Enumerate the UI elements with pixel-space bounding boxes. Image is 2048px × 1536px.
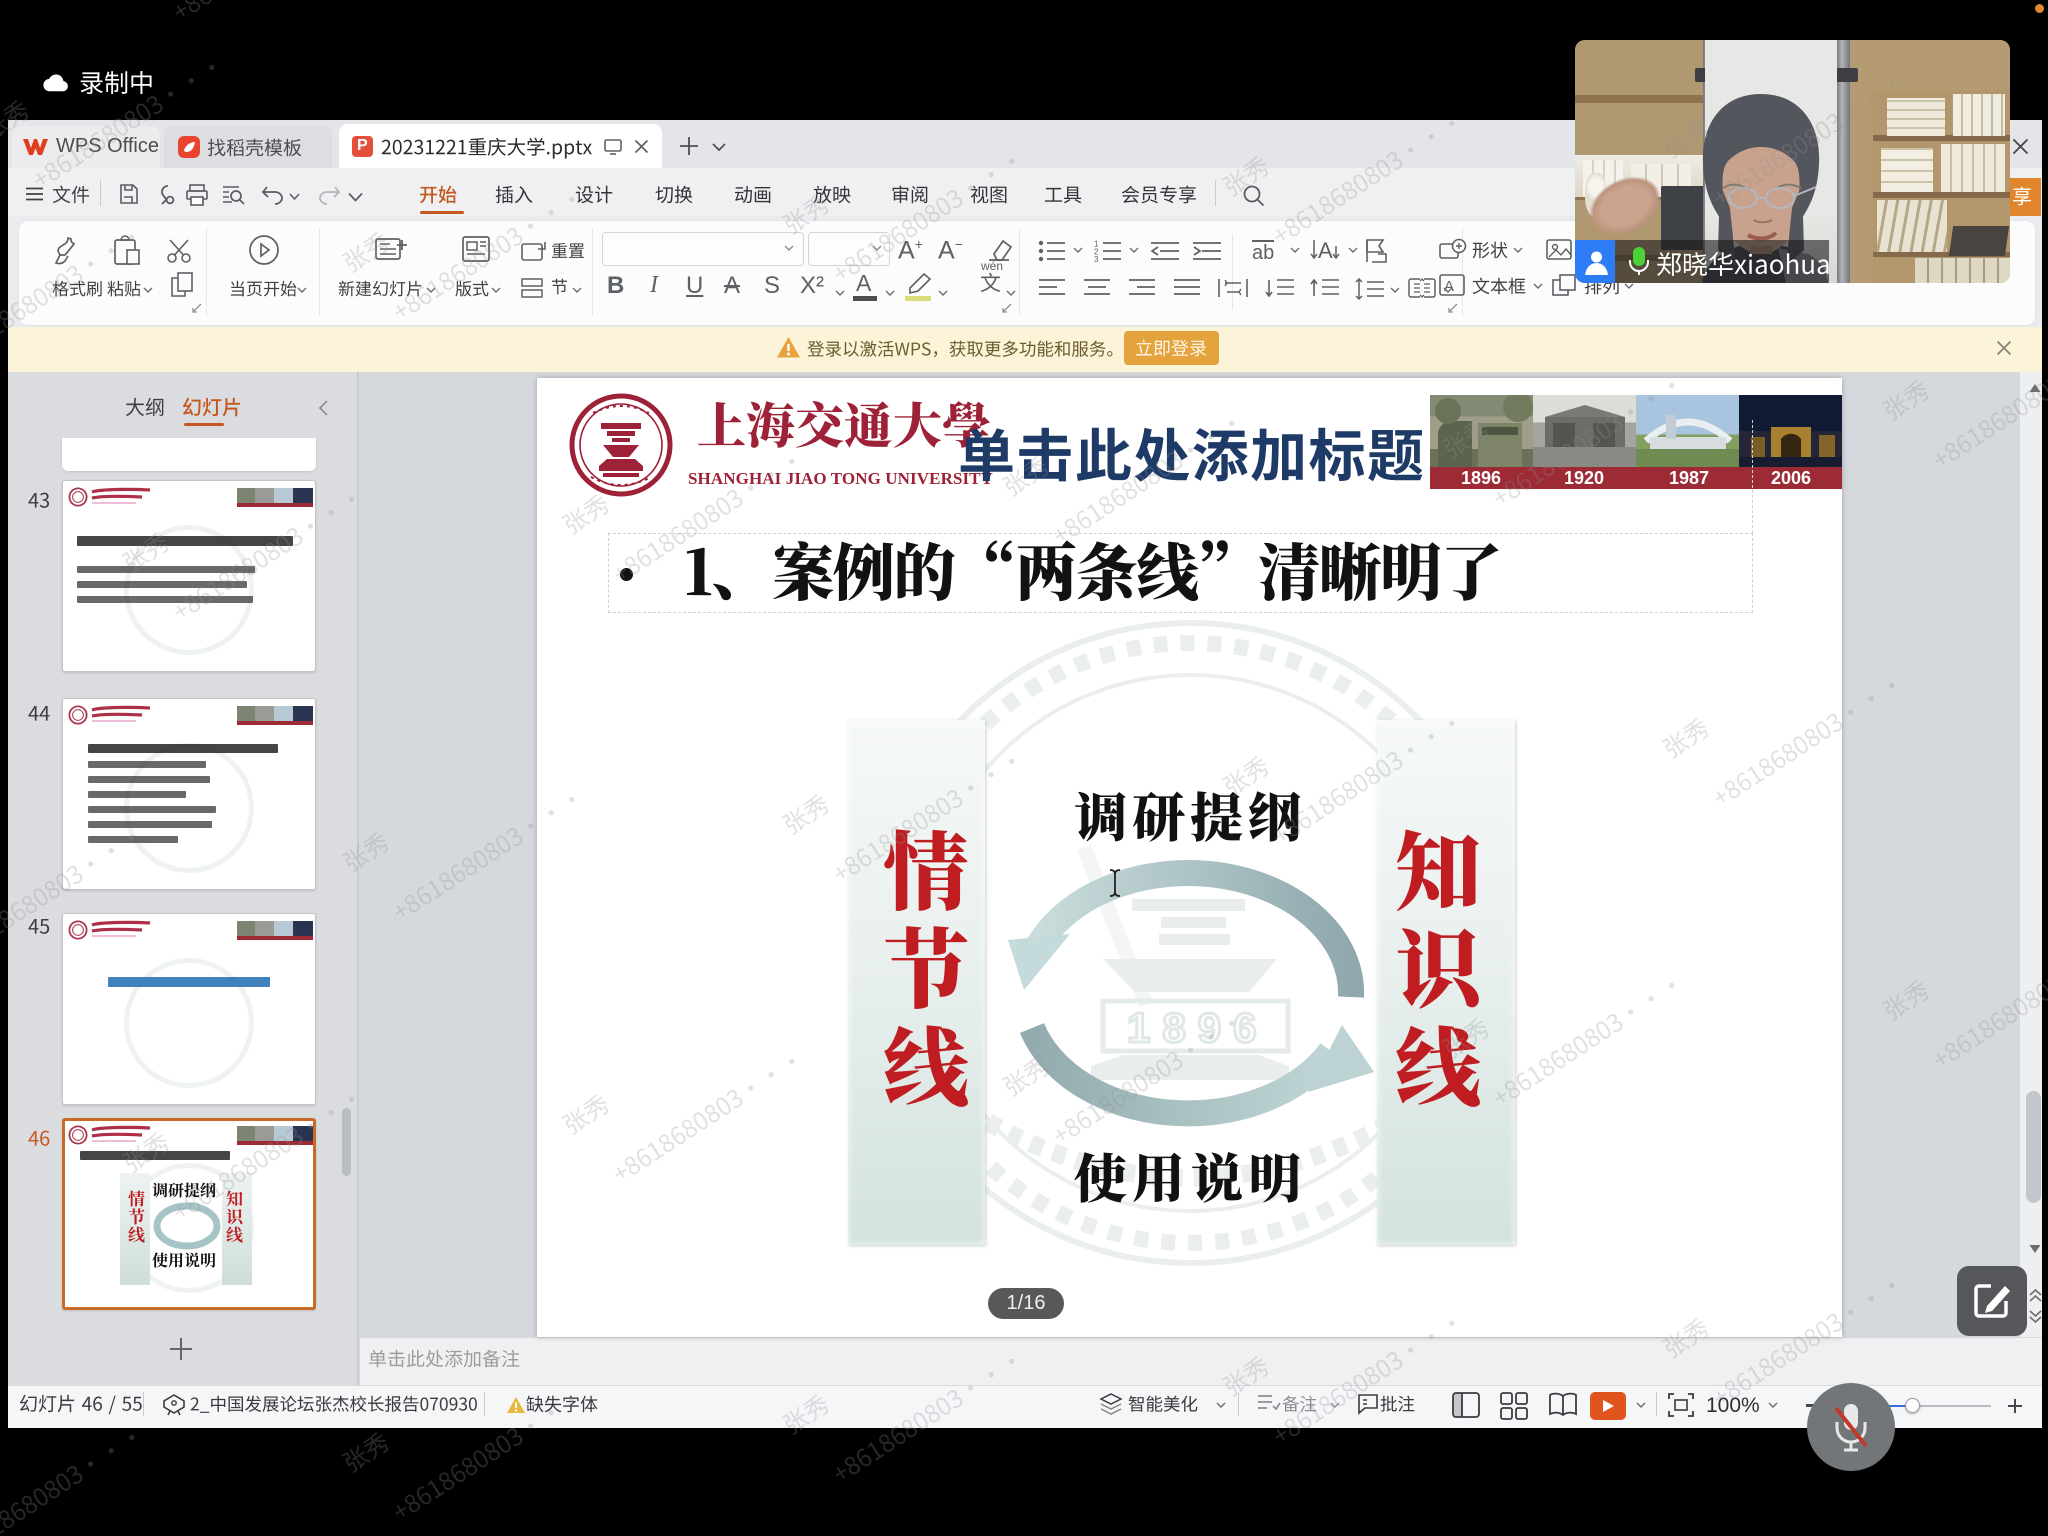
- svg-text:3: 3: [1094, 255, 1099, 264]
- svg-text:A: A: [1318, 238, 1333, 263]
- svg-text:A: A: [1444, 278, 1454, 295]
